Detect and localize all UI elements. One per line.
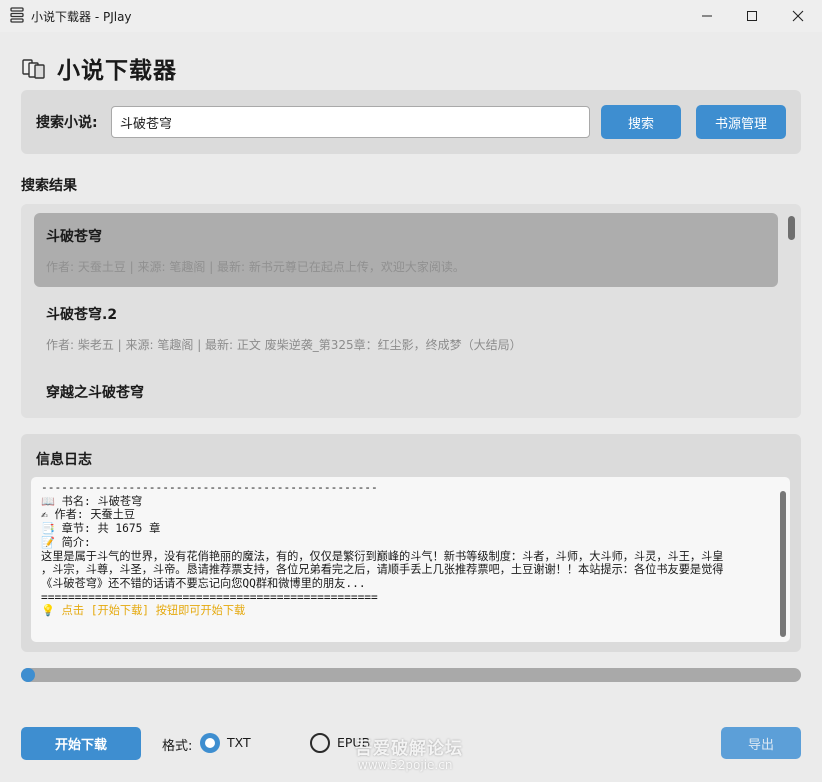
- log-line: ，斗宗，斗尊，斗圣，斗帝。恳请推荐票支持，各位兄弟看完之后，请顺手丢上几张推荐票…: [41, 563, 724, 577]
- log-scrollbar[interactable]: [780, 491, 786, 637]
- minimize-icon: [702, 15, 712, 17]
- log-textbox[interactable]: ----------------------------------------…: [31, 477, 790, 642]
- result-title: 斗破苍穹: [46, 229, 102, 245]
- progress-bar: [21, 668, 801, 682]
- result-meta: 作者: 天蚕土豆 | 来源: 笔趣阁 | 最新: 新书元尊已在起点上传，欢迎大家…: [46, 260, 465, 274]
- result-item[interactable]: 穿越之斗破苍穹: [34, 369, 778, 418]
- close-icon: [792, 10, 804, 22]
- progress-fill: [21, 668, 35, 682]
- close-button[interactable]: [775, 0, 821, 32]
- log-line: 📑 章节: 共 1675 章: [41, 522, 161, 536]
- log-text: ----------------------------------------…: [41, 481, 779, 618]
- format-radio-epub[interactable]: [310, 733, 330, 753]
- search-input[interactable]: [111, 106, 590, 138]
- source-manage-button[interactable]: 书源管理: [696, 105, 786, 139]
- result-meta: 作者: 柴老五 | 来源: 笔趣阁 | 最新: 正文 废柴逆袭_第325章：红尘…: [46, 338, 522, 352]
- window-title: 小说下载器 - PJlay: [31, 10, 132, 24]
- log-line: 📖 书名: 斗破苍穹: [41, 494, 143, 508]
- minimize-button[interactable]: [684, 0, 730, 32]
- log-heading: 信息日志: [36, 452, 92, 468]
- log-line: 《斗破苍穹》还不错的话请不要忘记向您QQ群和微博里的朋友...: [41, 576, 366, 590]
- books-icon: [22, 59, 45, 79]
- search-button[interactable]: 搜索: [601, 105, 681, 139]
- log-line: 📝 简介:: [41, 535, 91, 549]
- log-line: 这里是属于斗气的世界，没有花俏艳丽的魔法，有的，仅仅是繁衍到巅峰的斗气！新书等级…: [41, 549, 724, 563]
- results-heading: 搜索结果: [21, 178, 77, 194]
- start-download-button[interactable]: 开始下载: [21, 727, 141, 760]
- maximize-icon: [747, 11, 757, 21]
- export-button[interactable]: 导出: [721, 727, 801, 759]
- log-line: ========================================…: [41, 590, 378, 604]
- results-list[interactable]: 斗破苍穹 作者: 天蚕土豆 | 来源: 笔趣阁 | 最新: 新书元尊已在起点上传…: [21, 204, 801, 418]
- format-txt-label[interactable]: TXT: [227, 735, 251, 750]
- result-item[interactable]: 斗破苍穹.2 作者: 柴老五 | 来源: 笔趣阁 | 最新: 正文 废柴逆袭_第…: [34, 291, 778, 365]
- log-panel: 信息日志 -----------------------------------…: [21, 434, 801, 652]
- result-item[interactable]: 斗破苍穹 作者: 天蚕土豆 | 来源: 笔趣阁 | 最新: 新书元尊已在起点上传…: [34, 213, 778, 287]
- search-panel: 搜索小说: 搜索 书源管理: [21, 90, 801, 154]
- format-label: 格式:: [162, 739, 193, 754]
- page-title: 小说下载器: [57, 58, 177, 84]
- stack-icon: [10, 7, 24, 23]
- maximize-button[interactable]: [729, 0, 775, 32]
- log-line: ----------------------------------------…: [41, 481, 378, 494]
- result-title: 斗破苍穹.2: [46, 307, 118, 323]
- results-scrollbar[interactable]: [788, 216, 795, 240]
- log-line: ✍ 作者: 天蚕土豆: [41, 508, 136, 522]
- title-bar: 小说下载器 - PJlay: [0, 0, 822, 32]
- watermark-url: www.52pojie.cn: [358, 758, 453, 772]
- result-title: 穿越之斗破苍穹: [46, 385, 144, 401]
- log-hint: 💡 点击 [开始下载] 按钮即可开始下载: [41, 604, 246, 618]
- watermark-text: 吾爱破解论坛: [355, 739, 463, 759]
- format-radio-txt[interactable]: [200, 733, 220, 753]
- search-label: 搜索小说:: [36, 115, 98, 131]
